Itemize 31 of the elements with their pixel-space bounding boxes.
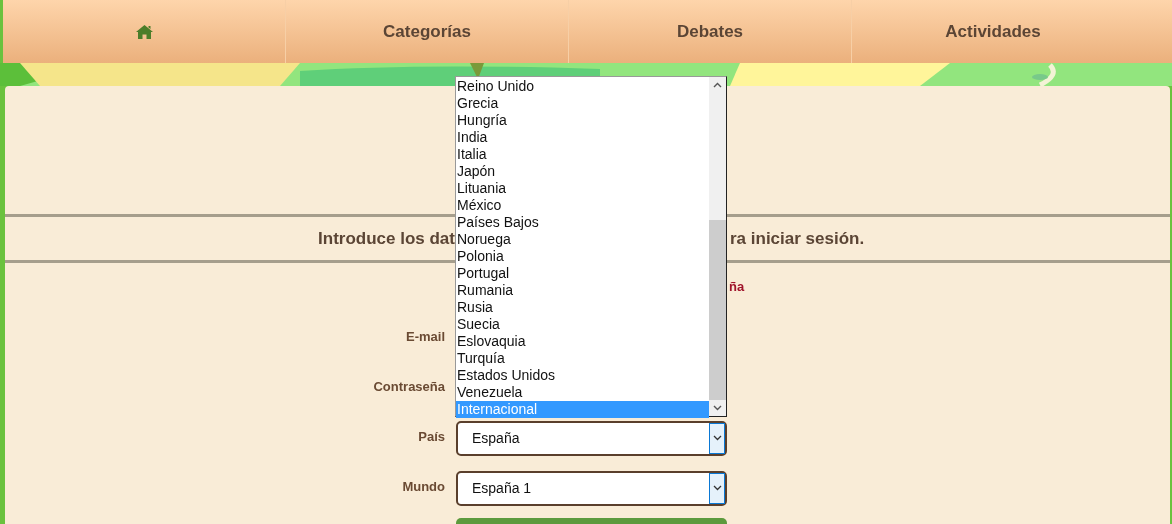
country-option[interactable]: Hungría bbox=[456, 112, 709, 129]
country-option[interactable]: Italia bbox=[456, 146, 709, 163]
field-label: Mundo bbox=[402, 478, 446, 494]
country-option[interactable]: Venezuela bbox=[456, 384, 709, 401]
field-label: País bbox=[418, 428, 446, 444]
country-option[interactable]: Polonia bbox=[456, 248, 709, 265]
country-option[interactable]: Eslovaquia bbox=[456, 333, 709, 350]
select-field[interactable]: España bbox=[456, 420, 727, 456]
country-option[interactable]: Noruega bbox=[456, 231, 709, 248]
select-field[interactable]: España 1 bbox=[456, 470, 727, 506]
country-option[interactable]: México bbox=[456, 197, 709, 214]
country-option[interactable]: Reino Unido bbox=[456, 78, 709, 95]
country-option[interactable]: Rumania bbox=[456, 282, 709, 299]
country-option[interactable]: India bbox=[456, 129, 709, 146]
country-option[interactable]: Portugal bbox=[456, 265, 709, 282]
notice-text: ña bbox=[729, 278, 745, 294]
country-option[interactable]: Suecia bbox=[456, 316, 709, 333]
nav-tab[interactable]: Debates bbox=[569, 0, 851, 63]
country-option[interactable]: Grecia bbox=[456, 95, 709, 112]
country-option[interactable]: Países Bajos bbox=[456, 214, 709, 231]
country-option[interactable]: Lituania bbox=[456, 180, 709, 197]
login-heading: ra iniciar sesión. bbox=[730, 228, 865, 249]
country-option[interactable]: Japón bbox=[456, 163, 709, 180]
field-label: E-mail bbox=[406, 328, 446, 344]
nav-tab[interactable]: Categorías bbox=[286, 0, 568, 63]
field-label: Contraseña bbox=[373, 378, 446, 394]
country-option[interactable]: Turquía bbox=[456, 350, 709, 367]
nav-tab[interactable]: Actividades bbox=[852, 0, 1134, 63]
country-option[interactable]: Estados Unidos bbox=[456, 367, 709, 384]
login-heading: Introduce los dat bbox=[318, 228, 455, 249]
country-option[interactable]: Rusia bbox=[456, 299, 709, 316]
